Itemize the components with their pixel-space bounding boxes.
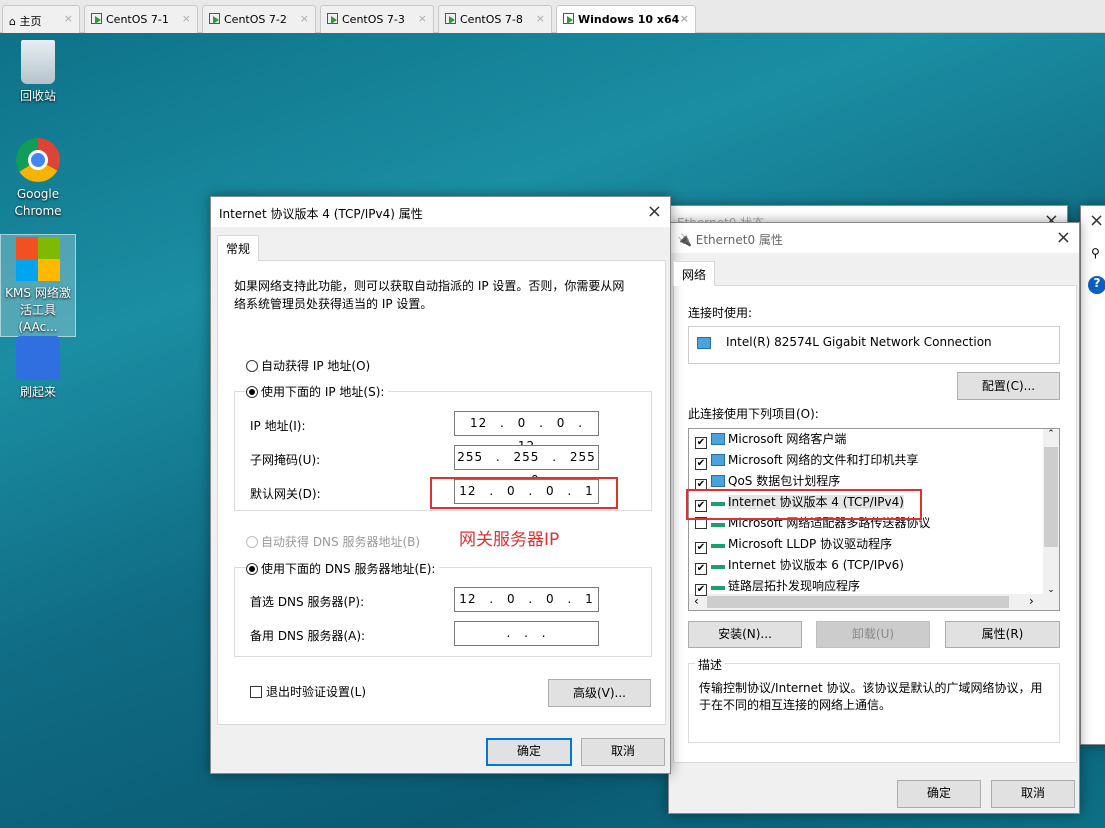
tab-centos-7-1[interactable]: CentOS 7-1 × — [84, 5, 198, 33]
component-item[interactable]: ✔ Microsoft LLDP 协议驱动程序 — [695, 534, 892, 555]
adapter-box: Intel(R) 82574L Gigabit Network Connecti… — [688, 326, 1060, 364]
close-icon[interactable]: × — [300, 12, 309, 25]
desktop-recycle-bin[interactable]: 回收站 — [0, 40, 76, 105]
desktop-app[interactable]: 刷起来 — [0, 336, 76, 401]
vm-icon — [563, 13, 574, 24]
alternate-dns-input[interactable]: . . . — [454, 621, 599, 646]
tab-centos-7-8[interactable]: CentOS 7-8 × — [438, 5, 552, 33]
network-client-icon — [711, 454, 725, 466]
component-checkbox[interactable]: ✔ — [695, 584, 707, 596]
component-checkbox[interactable]: ✔ — [695, 563, 707, 575]
protocol-icon — [711, 521, 725, 527]
advanced-button[interactable]: 高级(V)... — [548, 679, 651, 707]
desktop-chrome[interactable]: Google Chrome — [0, 138, 76, 220]
cancel-button[interactable]: 取消 — [581, 738, 665, 766]
component-label: QoS 数据包计划程序 — [728, 474, 841, 488]
vm-icon — [445, 13, 456, 24]
protocol-icon — [711, 563, 725, 569]
configure-button[interactable]: 配置(C)... — [957, 372, 1060, 400]
close-icon[interactable]: × — [1089, 210, 1104, 231]
items-label: 此连接使用下列项目(O): — [688, 407, 819, 421]
component-label: Microsoft LLDP 协议驱动程序 — [728, 537, 893, 551]
properties-button[interactable]: 属性(R) — [945, 621, 1060, 648]
close-icon[interactable]: × — [536, 12, 545, 25]
component-label: 链路层拓扑发现响应程序 — [728, 579, 861, 593]
gateway-label: 默认网关(D): — [250, 487, 321, 501]
component-checkbox[interactable]: ✔ — [695, 437, 707, 449]
network-adapter-icon — [697, 337, 711, 349]
component-checkbox[interactable]: ✔ — [695, 458, 707, 470]
search-icon[interactable]: ⚲ — [1091, 246, 1100, 260]
vm-icon — [327, 13, 338, 24]
preferred-dns-input[interactable]: 12 . 0 . 0 . 1 — [454, 587, 599, 612]
close-button[interactable]: × — [1056, 227, 1071, 248]
tab-centos-7-2[interactable]: CentOS 7-2 × — [202, 5, 316, 33]
tab-home[interactable]: ⌂ 主页 × — [2, 5, 80, 33]
scroll-right-icon[interactable]: › — [1029, 594, 1034, 608]
help-icon[interactable]: ? — [1088, 276, 1105, 294]
vm-tab-bar: ⌂ 主页 × CentOS 7-1 × CentOS 7-2 × CentOS 7-3… — [0, 0, 1105, 33]
description-text: 传输控制协议/Internet 协议。该协议是默认的广域网络协议，用于在不同的相… — [699, 681, 1043, 712]
subnet-mask-input[interactable]: 255 . 255 . 255 . 0 — [454, 445, 599, 487]
network-tab-panel: 连接时使用: Intel(R) 82574L Gigabit Network C… — [673, 285, 1077, 763]
network-client-icon — [711, 433, 725, 445]
tab-general[interactable]: 常规 — [217, 235, 260, 261]
mask-label: 子网掩码(U): — [250, 453, 321, 467]
close-icon[interactable]: × — [182, 12, 191, 25]
cancel-button[interactable]: 取消 — [991, 780, 1075, 808]
highlight-box-gateway — [430, 477, 618, 509]
connect-using-label: 连接时使用: — [688, 306, 753, 320]
component-label: Internet 协议版本 6 (TCP/IPv6) — [728, 558, 904, 572]
validate-checkbox[interactable]: 退出时验证设置(L) — [250, 683, 366, 700]
alternate-dns-label: 备用 DNS 服务器(A): — [250, 629, 366, 643]
highlight-box-ipv4 — [686, 489, 922, 520]
manual-ip-radio[interactable]: 使用下面的 IP 地址(S): — [246, 383, 389, 400]
recycle-bin-icon — [21, 40, 55, 84]
home-icon: ⌂ — [9, 15, 20, 28]
background-window: × ⚲ ? — [1080, 205, 1105, 745]
network-adapter-icon: 🔌 — [677, 233, 696, 247]
manual-dns-radio[interactable]: 使用下面的 DNS 服务器地址(E): — [246, 560, 440, 577]
network-client-icon — [711, 475, 725, 487]
ip-address-input[interactable]: 12 . 0 . 0 . 12 — [454, 411, 599, 453]
scroll-up-icon[interactable]: ⌃ — [1043, 429, 1059, 439]
chrome-icon — [16, 138, 60, 182]
scroll-thumb[interactable] — [707, 596, 1009, 608]
component-item[interactable]: ✔ Internet 协议版本 6 (TCP/IPv6) — [695, 555, 904, 576]
component-item[interactable]: ✔ 链路层拓扑发现响应程序 — [695, 576, 860, 597]
scroll-thumb[interactable] — [1044, 447, 1058, 547]
close-button[interactable]: × — [647, 201, 662, 222]
close-icon[interactable]: × — [680, 12, 689, 25]
protocol-icon — [711, 542, 725, 548]
ip-label: IP 地址(I): — [250, 419, 306, 433]
tab-centos-7-3[interactable]: CentOS 7-3 × — [320, 5, 434, 33]
kms-icon — [16, 237, 60, 281]
tab-network[interactable]: 网络 — [673, 261, 716, 286]
auto-dns-radio[interactable]: 自动获得 DNS 服务器地址(B) — [246, 533, 420, 550]
description-group: 描述 传输控制协议/Internet 协议。该协议是默认的广域网络协议，用于在不… — [688, 656, 1060, 743]
gateway-annotation: 网关服务器IP — [459, 530, 560, 550]
component-label: Microsoft 网络的文件和打印机共享 — [728, 453, 919, 467]
vm-icon — [91, 13, 102, 24]
vm-icon — [209, 13, 220, 24]
component-checkbox[interactable]: ✔ — [695, 542, 707, 554]
desktop-kms[interactable]: KMS 网络激活工具(AAc... — [0, 234, 76, 337]
close-icon[interactable]: × — [418, 12, 427, 25]
tab-windows-10[interactable]: Windows 10 x64 × — [556, 5, 696, 33]
close-icon[interactable]: × — [64, 12, 73, 25]
component-label: Microsoft 网络客户端 — [728, 432, 847, 446]
auto-ip-radio[interactable]: 自动获得 IP 地址(O) — [246, 357, 370, 374]
description-text: 如果网络支持此功能，则可以获取自动指派的 IP 设置。否则，你需要从网络系统管理… — [234, 279, 625, 311]
component-item[interactable]: ✔ Microsoft 网络客户端 — [695, 429, 846, 450]
component-item[interactable]: ✔ Microsoft 网络的文件和打印机共享 — [695, 450, 918, 471]
vertical-scrollbar[interactable]: ⌃ ⌄ — [1043, 429, 1059, 595]
protocol-icon — [711, 584, 725, 590]
ok-button[interactable]: 确定 — [897, 780, 981, 808]
install-button[interactable]: 安装(N)... — [688, 621, 802, 648]
app-icon — [16, 336, 60, 380]
uninstall-button[interactable]: 卸载(U) — [816, 621, 930, 648]
preferred-dns-label: 首选 DNS 服务器(P): — [250, 595, 365, 609]
ok-button[interactable]: 确定 — [486, 738, 572, 766]
